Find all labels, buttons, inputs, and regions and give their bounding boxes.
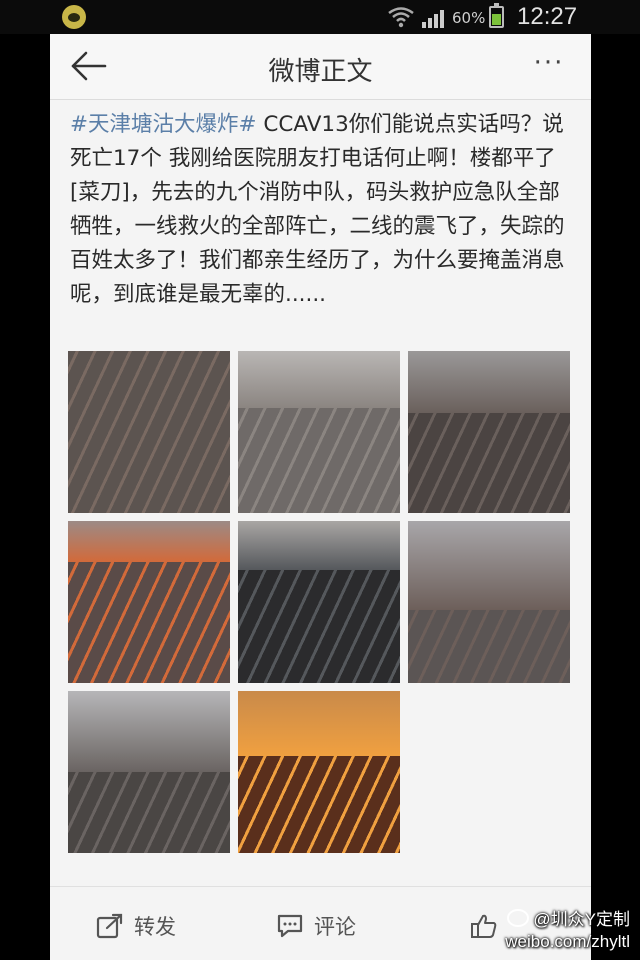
battery-icon xyxy=(489,3,504,28)
photo-thumbnail[interactable] xyxy=(408,521,570,683)
repost-icon xyxy=(96,913,123,939)
photo-thumbnail[interactable] xyxy=(68,691,230,853)
photo-thumbnail[interactable] xyxy=(68,521,230,683)
photo-ground xyxy=(238,570,400,683)
divider xyxy=(50,886,591,887)
photo-ground xyxy=(238,408,400,513)
photo-sky xyxy=(408,351,570,413)
photo-sky xyxy=(238,691,400,756)
hashtag-link[interactable]: #天津塘沽大爆炸# xyxy=(70,112,257,137)
photo-ground xyxy=(68,772,230,853)
nav-bar: 微博正文 ··· xyxy=(50,34,591,100)
comment-button[interactable]: 评论 xyxy=(276,910,356,942)
repost-label: 转发 xyxy=(134,915,176,939)
battery-percent: 60% xyxy=(452,9,486,27)
photo-sky xyxy=(408,521,570,610)
thumbs-up-icon xyxy=(471,914,497,938)
photo-sky xyxy=(238,521,400,570)
photo-ground xyxy=(68,562,230,683)
watermark: @圳众Y定制 weibo.com/zhyltl xyxy=(505,905,630,952)
photo-thumbnail[interactable] xyxy=(238,521,400,683)
page-title: 微博正文 xyxy=(268,57,373,87)
post-text: CCAV13你们能说点实话吗？说死亡17个 我刚给医院朋友打电话何止啊！楼都平了… xyxy=(70,112,565,307)
photo-sky xyxy=(68,521,230,562)
like-button[interactable] xyxy=(470,910,498,942)
repost-button[interactable]: 转发 xyxy=(96,910,176,942)
signal-icon xyxy=(422,10,444,28)
photo-ground xyxy=(68,351,230,513)
photo-sky xyxy=(238,351,400,408)
photo-thumbnail[interactable] xyxy=(68,351,230,513)
photo-thumbnail[interactable] xyxy=(238,351,400,513)
post-body: #天津塘沽大爆炸# CCAV13你们能说点实话吗？说死亡17个 我刚给医院朋友打… xyxy=(70,108,566,312)
photo-ground xyxy=(408,413,570,513)
photo-sky xyxy=(68,691,230,772)
photo-ground xyxy=(238,756,400,853)
weibo-post-screen: 微博正文 ··· #天津塘沽大爆炸# CCAV13你们能说点实话吗？说死亡17个… xyxy=(50,34,591,960)
watermark-name: @圳众Y定制 xyxy=(533,910,630,929)
comment-icon xyxy=(277,914,303,938)
weibo-logo-icon xyxy=(507,908,530,927)
comment-label: 评论 xyxy=(314,915,356,939)
status-time: 12:27 xyxy=(517,3,578,30)
photo-thumbnail[interactable] xyxy=(408,351,570,513)
photo-thumbnail[interactable] xyxy=(238,691,400,853)
wifi-icon xyxy=(388,7,414,28)
photo-ground xyxy=(408,610,570,683)
more-options-button[interactable]: ··· xyxy=(529,50,569,80)
app-notification-icon xyxy=(62,5,86,29)
watermark-url: weibo.com/zhyltl xyxy=(505,932,630,951)
status-bar: 60% 12:27 xyxy=(0,0,640,34)
